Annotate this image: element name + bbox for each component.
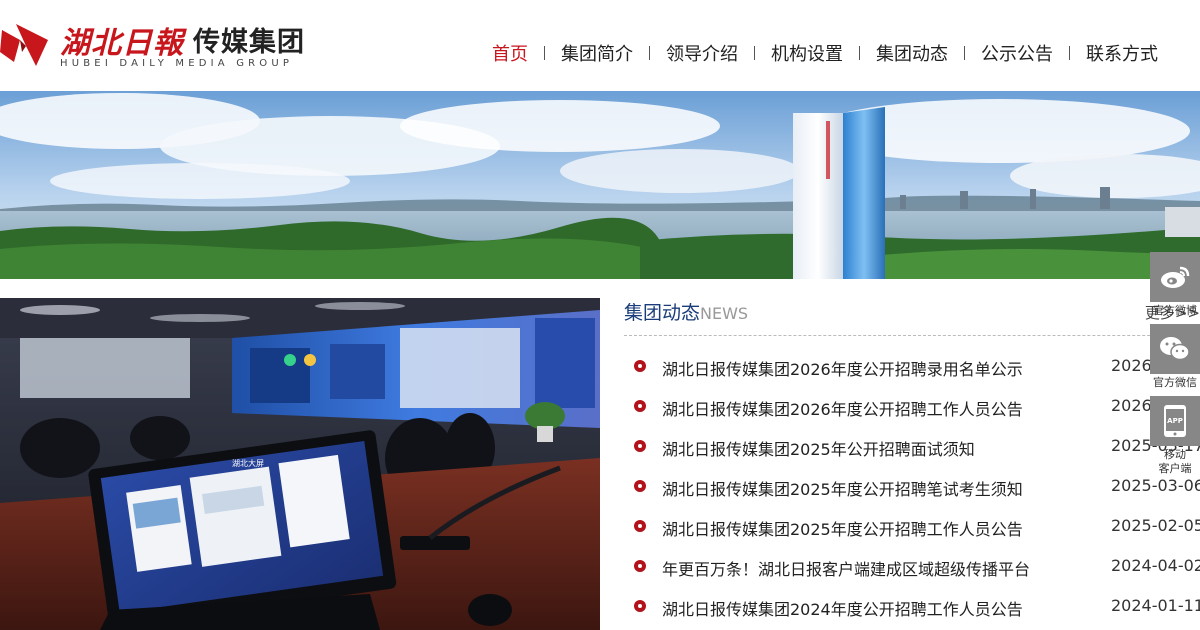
hero-banner (0, 91, 1200, 279)
news-item[interactable]: 湖北日报传媒集团2025年度公开招聘笔试考生须知 2025-03-06 (624, 468, 1200, 508)
bullet-icon (634, 520, 646, 532)
app-button[interactable]: APP (1150, 396, 1200, 446)
main-nav: 首页 集团简介 领导介绍 机构设置 集团动态 公示公告 联系方式 (476, 38, 1174, 68)
news-list: 湖北日报传媒集团2026年度公开招聘录用名单公示 2026-03-27 湖北日报… (624, 348, 1200, 628)
news-item-date: 2024-04-02 (1111, 556, 1200, 575)
nav-item-contact[interactable]: 联系方式 (1070, 40, 1174, 66)
site-logo[interactable]: 湖北日報 传媒集团 HUBEI DAILY MEDIA GROUP (0, 18, 330, 74)
news-item[interactable]: 年更百万条！湖北日报客户端建成区域超级传播平台 2024-04-02 (624, 548, 1200, 588)
mobile-app-icon: APP (1164, 405, 1186, 437)
news-section-title: 集团动态NEWS (624, 298, 748, 325)
nav-item-home[interactable]: 首页 (476, 40, 544, 66)
control-room-image: 湖北大屏 (0, 298, 600, 630)
news-item[interactable]: 湖北日报传媒集团2025年度公开招聘工作人员公告 2025-02-05 (624, 508, 1200, 548)
newsroom-photo[interactable]: 湖北大屏 (0, 298, 600, 630)
news-item-title[interactable]: 湖北日报传媒集团2026年度公开招聘工作人员公告 (662, 396, 1023, 420)
bullet-icon (634, 360, 646, 372)
nav-item-notices[interactable]: 公示公告 (965, 40, 1069, 66)
nav-item-news[interactable]: 集团动态 (860, 40, 964, 66)
wechat-label: 官方微信 (1153, 376, 1197, 389)
bullet-icon (634, 400, 646, 412)
news-item[interactable]: 湖北日报传媒集团2026年度公开招聘录用名单公示 2026-03-27 (624, 348, 1200, 388)
news-item-date: 2025-03-06 (1111, 476, 1200, 495)
screen-title: 湖北大屏 (232, 458, 264, 468)
nav-item-about[interactable]: 集团简介 (545, 40, 649, 66)
weibo-label: 官方微博 (1153, 304, 1197, 317)
news-item-title[interactable]: 湖北日报传媒集团2026年度公开招聘录用名单公示 (662, 356, 1023, 380)
weibo-icon (1161, 266, 1190, 288)
nav-item-organization[interactable]: 机构设置 (755, 40, 859, 66)
nav-item-leaders[interactable]: 领导介绍 (650, 40, 754, 66)
news-item-date: 2025-02-05 (1111, 516, 1200, 535)
app-label-line1: 移动 (1164, 448, 1186, 461)
news-title-cn: 集团动态 (624, 302, 701, 324)
logo-text-cn-group: 传媒集团 (193, 27, 305, 58)
news-item-title[interactable]: 湖北日报传媒集团2024年度公开招聘工作人员公告 (662, 596, 1023, 620)
logo-mark-icon (0, 24, 48, 66)
news-item[interactable]: 湖北日报传媒集团2025年公开招聘面试须知 2025-03-17 (624, 428, 1200, 468)
bullet-icon (634, 560, 646, 572)
news-item[interactable]: 湖北日报传媒集团2024年度公开招聘工作人员公告 2024-01-11 (624, 588, 1200, 628)
news-item-title[interactable]: 湖北日报传媒集团2025年度公开招聘笔试考生须知 (662, 476, 1023, 500)
logo-text-cn: 湖北日報 (60, 26, 184, 61)
news-item-title[interactable]: 年更百万条！湖北日报客户端建成区域超级传播平台 (662, 556, 1030, 580)
weibo-button[interactable] (1150, 252, 1200, 302)
bullet-icon (634, 480, 646, 492)
news-item[interactable]: 湖北日报传媒集团2026年度公开招聘工作人员公告 2026-03-06 (624, 388, 1200, 428)
logo-text-en: HUBEI DAILY MEDIA GROUP (60, 58, 294, 69)
site-header: 湖北日報 传媒集团 HUBEI DAILY MEDIA GROUP 首页 集团简… (0, 0, 1200, 91)
app-label-line2: 客户端 (1158, 462, 1192, 475)
news-item-title[interactable]: 湖北日报传媒集团2025年公开招聘面试须知 (662, 436, 975, 460)
news-item-title[interactable]: 湖北日报传媒集团2025年度公开招聘工作人员公告 (662, 516, 1023, 540)
news-item-date: 2024-01-11 (1111, 596, 1200, 615)
wechat-button[interactable] (1150, 324, 1200, 374)
news-section: 集团动态NEWS 更多>> 湖北日报传媒集团2026年度公开招聘录用名单公示 2… (624, 298, 1200, 630)
news-header: 集团动态NEWS 更多>> (624, 298, 1200, 336)
bullet-icon (634, 440, 646, 452)
wechat-icon (1160, 337, 1190, 361)
app-icon-text: APP (1167, 417, 1183, 425)
bullet-icon (634, 600, 646, 612)
news-title-en: NEWS (700, 304, 749, 323)
lake-panorama-image (0, 91, 1200, 279)
